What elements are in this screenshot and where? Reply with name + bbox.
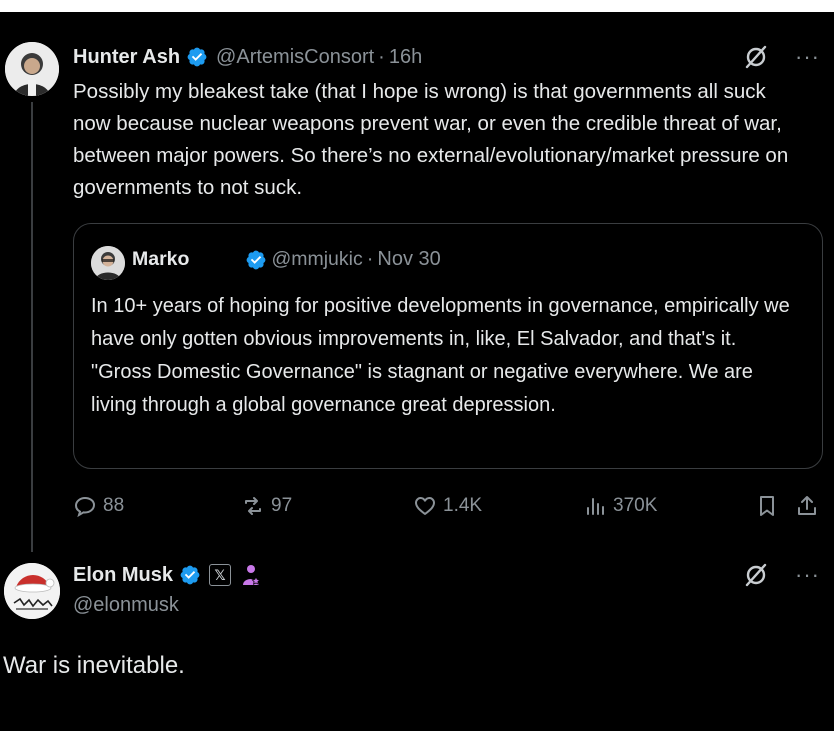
repost-button[interactable]: 97 — [241, 494, 292, 518]
quoted-date[interactable]: Nov 30 — [377, 248, 440, 271]
views-count: 370K — [613, 495, 658, 516]
quoted-avatar-image — [91, 246, 125, 280]
more-icon[interactable]: ··· — [795, 46, 820, 68]
reply-text: War is inevitable. — [3, 652, 185, 679]
repost-count: 97 — [271, 495, 293, 516]
reply-author-avatar[interactable] — [4, 563, 60, 619]
bookmark-icon — [760, 496, 774, 516]
thread-line — [31, 102, 33, 552]
tweet-time[interactable]: 16h — [389, 46, 422, 69]
quoted-author-handle[interactable]: @mmjukic — [271, 248, 362, 271]
reply-author-handle[interactable]: @elonmusk — [73, 594, 179, 617]
avatar-image — [5, 42, 59, 96]
grok-icon[interactable] — [743, 562, 769, 588]
reply-count: 88 — [103, 495, 125, 516]
views-button[interactable]: 370K — [583, 494, 657, 518]
reply-top-actions: ··· — [743, 562, 820, 588]
quoted-tweet-header: Marko @mmjukic · Nov 30 — [132, 248, 441, 271]
more-icon[interactable]: ··· — [795, 564, 820, 586]
quoted-tweet[interactable]: Marko @mmjukic · Nov 30 In 10+ years of … — [73, 223, 823, 469]
quoted-tweet-text: In 10+ years of hoping for positive deve… — [91, 295, 790, 416]
time-separator: · — [378, 45, 385, 68]
reply-icon — [74, 496, 96, 518]
like-count: 1.4K — [443, 495, 483, 516]
bookmark-button[interactable] — [755, 494, 779, 518]
reply-author-name[interactable]: Elon Musk — [73, 564, 173, 587]
like-button[interactable]: 1.4K — [413, 494, 482, 518]
reply-header: Elon Musk 𝕏 — [73, 560, 263, 590]
heart-icon — [415, 497, 435, 515]
subscriber-badge-icon[interactable] — [239, 563, 263, 587]
reply-avatar-image — [4, 563, 60, 619]
top-white-bar — [0, 0, 834, 12]
repost-icon — [245, 497, 261, 515]
tweet-top-actions: ··· — [743, 44, 820, 70]
author-handle[interactable]: @ArtemisConsort — [216, 46, 374, 69]
verified-badge-icon — [247, 250, 266, 269]
grok-icon[interactable] — [743, 44, 769, 70]
author-avatar[interactable] — [5, 42, 59, 96]
reply-button[interactable]: 88 — [73, 494, 124, 518]
verified-badge-icon — [180, 565, 200, 585]
x-affiliate-badge-icon[interactable]: 𝕏 — [209, 564, 232, 586]
share-button[interactable] — [795, 494, 819, 518]
tweet-action-bar: 88 97 1.4K 370K — [73, 490, 833, 526]
share-icon — [798, 496, 816, 515]
tweet-text: Possibly my bleakest take (that I hope i… — [73, 80, 789, 199]
quoted-author-name[interactable]: Marko — [132, 248, 189, 271]
verified-badge-icon — [187, 47, 207, 67]
views-icon — [587, 498, 604, 515]
author-name[interactable]: Hunter Ash — [73, 46, 180, 69]
quoted-author-avatar[interactable] — [91, 246, 125, 280]
quoted-time-separator: · — [366, 248, 374, 270]
tweet-header: Hunter Ash @ArtemisConsort · 16h — [73, 42, 422, 72]
